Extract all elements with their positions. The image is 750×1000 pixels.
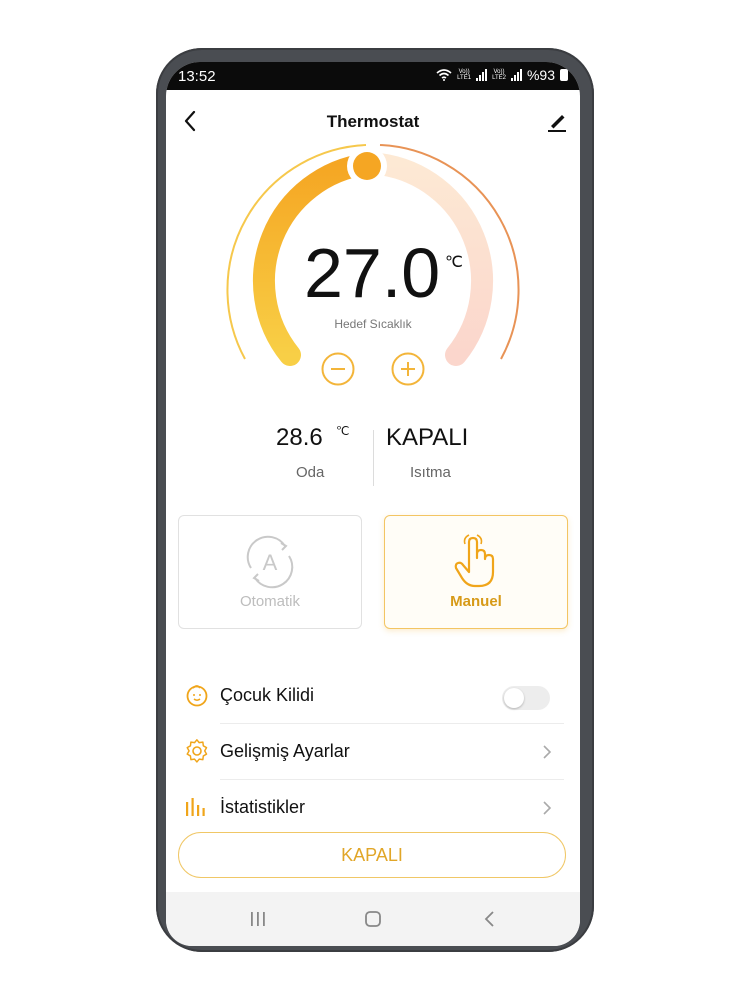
system-nav-bar [166, 892, 580, 946]
battery-icon [560, 69, 568, 81]
mode-manual-label: Manuel [450, 593, 502, 610]
room-label: Oda [296, 464, 325, 481]
status-bar: 13:52 Vo)) LTE1 Vo)) LTE2 %93 [166, 62, 580, 90]
recent-apps-icon[interactable] [248, 910, 268, 928]
edit-pencil-icon[interactable] [542, 106, 572, 136]
chevron-right-icon [543, 801, 552, 815]
back-nav-icon[interactable] [480, 910, 500, 928]
wifi-icon [436, 69, 452, 81]
power-off-button[interactable]: KAPALI [178, 832, 566, 878]
settings-row-advanced[interactable]: Gelişmiş Ayarlar [180, 724, 566, 780]
status-summary: 28.6 ℃ Oda KAPALI Isıtma [166, 412, 580, 492]
mode-auto-label: Otomatik [239, 593, 300, 610]
child-face-icon [186, 685, 208, 707]
svg-text:A: A [263, 550, 278, 575]
child-lock-label: Çocuk Kilidi [220, 685, 315, 705]
status-icons: Vo)) LTE1 Vo)) LTE2 %93 [436, 67, 568, 83]
hand-pointer-icon [454, 534, 495, 588]
signal-icon-2 [510, 69, 522, 81]
heating-label: Isıtma [410, 464, 451, 481]
app-screen: 13:52 Vo)) LTE1 Vo)) LTE2 %93 Thermostat [166, 62, 580, 946]
advanced-settings-label: Gelişmiş Ayarlar [220, 741, 350, 761]
stats-divider [373, 430, 374, 486]
chevron-right-icon [543, 745, 552, 759]
increase-temp-button[interactable] [391, 352, 425, 386]
bar-chart-icon [186, 798, 205, 816]
room-temp-unit: ℃ [336, 424, 350, 438]
settings-row-statistics[interactable]: İstatistikler [180, 780, 566, 836]
mode-manual-card[interactable]: Manuel [384, 515, 568, 629]
battery-percent: %93 [526, 67, 555, 83]
signal-icon [476, 69, 488, 81]
room-temperature: 28.6 [276, 424, 323, 451]
lte1-label: Vo)) LTE1 [457, 69, 472, 81]
heating-status: KAPALI [386, 424, 469, 451]
page-title: Thermostat [326, 112, 420, 131]
statistics-label: İstatistikler [220, 797, 306, 817]
status-time: 13:52 [178, 68, 216, 85]
gear-icon [186, 739, 208, 763]
target-temp-label: Hedef Sıcaklık [334, 317, 412, 331]
decrease-temp-button[interactable] [321, 352, 355, 386]
mode-auto-card[interactable]: A Otomatik [178, 515, 362, 629]
toggle-knob [504, 688, 524, 708]
lte2-label: Vo)) LTE2 [492, 69, 506, 81]
home-icon[interactable] [363, 910, 383, 928]
child-lock-toggle[interactable] [502, 686, 550, 710]
settings-row-child-lock[interactable]: Çocuk Kilidi [180, 668, 566, 724]
auto-mode-icon: A [246, 535, 294, 589]
target-temperature: 27.0 [304, 234, 441, 312]
target-temp-unit: ℃ [445, 254, 463, 271]
